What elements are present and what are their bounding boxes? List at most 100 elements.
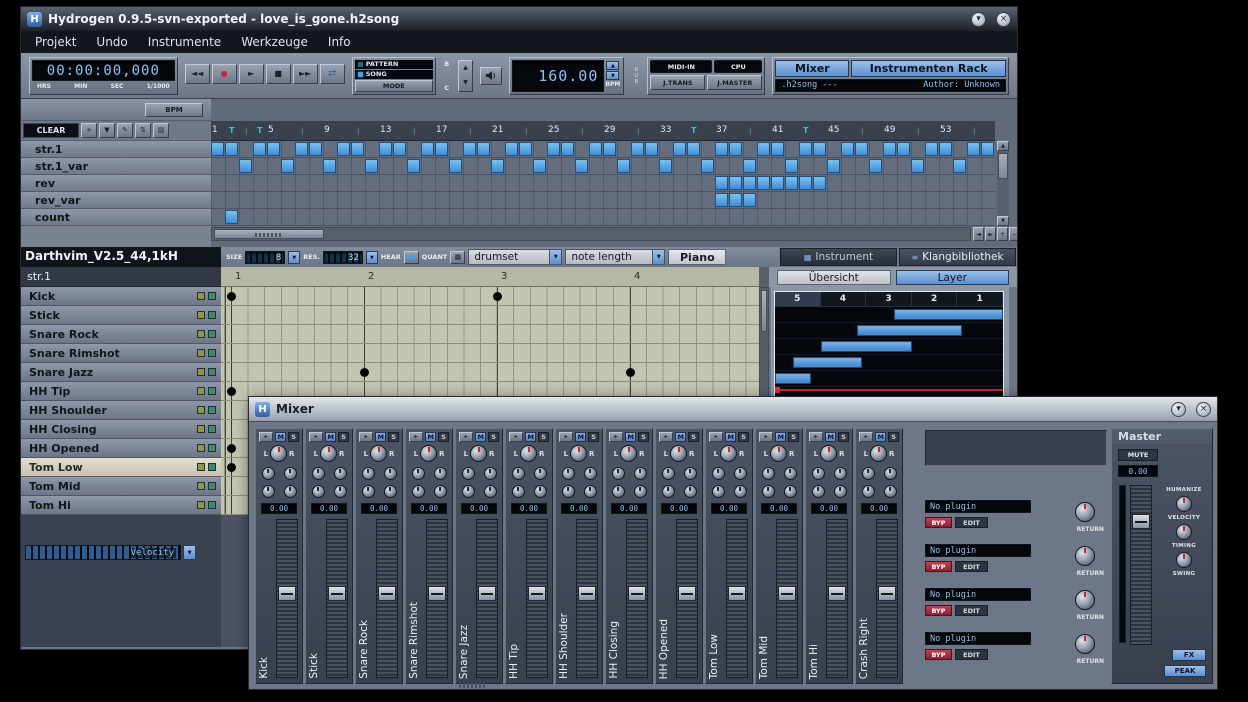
pattern-cell[interactable] bbox=[897, 142, 910, 156]
show-fx-button[interactable]: FX bbox=[1172, 649, 1206, 661]
play-sample-button[interactable]: ▸ bbox=[609, 432, 623, 442]
pattern-cell[interactable] bbox=[799, 176, 812, 190]
solo-button[interactable]: S bbox=[838, 432, 849, 442]
play-sample-button[interactable]: ▸ bbox=[259, 432, 273, 442]
pattern-cell[interactable] bbox=[771, 142, 784, 156]
pan-knob[interactable] bbox=[570, 445, 587, 462]
fx-send-knob-3[interactable] bbox=[362, 485, 375, 498]
fx-send-knob-4[interactable] bbox=[634, 485, 647, 498]
fx-send-knob-1[interactable] bbox=[412, 467, 425, 480]
mode-button[interactable]: MODE bbox=[355, 80, 433, 92]
layer-velocity-line[interactable] bbox=[775, 389, 1003, 391]
fx-send-knob-4[interactable] bbox=[434, 485, 447, 498]
instrument-row-hh-closing[interactable]: HH Closing bbox=[21, 420, 221, 439]
scroll-down-icon[interactable]: ▼ bbox=[997, 216, 1009, 226]
pattern-cell[interactable] bbox=[659, 159, 672, 173]
fx-send-knob-1[interactable] bbox=[262, 467, 275, 480]
pattern-cell[interactable] bbox=[603, 142, 616, 156]
pattern-cell[interactable] bbox=[757, 176, 770, 190]
resolution-dropdown-icon[interactable]: ▼ bbox=[366, 251, 378, 264]
pattern-list-item-count[interactable]: count bbox=[21, 209, 211, 226]
jack-master-button[interactable]: J.MASTER bbox=[707, 75, 762, 90]
play-sample-button[interactable]: ▸ bbox=[559, 432, 573, 442]
fader-thumb[interactable] bbox=[378, 586, 396, 601]
pattern-cell[interactable] bbox=[295, 142, 308, 156]
pattern-cell[interactable] bbox=[827, 159, 840, 173]
fx-send-knob-3[interactable] bbox=[312, 485, 325, 498]
fx-edit-button[interactable]: EDIT bbox=[955, 605, 988, 616]
add-pattern-button[interactable]: + bbox=[81, 123, 97, 138]
song-row-str-1[interactable] bbox=[211, 141, 995, 158]
fader-thumb[interactable] bbox=[628, 586, 646, 601]
instrument-solo-button[interactable] bbox=[208, 330, 216, 338]
pattern-cell[interactable] bbox=[421, 142, 434, 156]
pattern-cell[interactable] bbox=[365, 159, 378, 173]
pattern-cell[interactable] bbox=[617, 159, 630, 173]
fx-send-knob-3[interactable] bbox=[762, 485, 775, 498]
fader-thumb[interactable] bbox=[578, 586, 596, 601]
velocity-property-dropdown[interactable]: ▼ bbox=[183, 545, 196, 560]
note-length-select[interactable]: note length ▼ bbox=[565, 249, 665, 265]
show-mixer-button[interactable]: Mixer bbox=[775, 60, 849, 77]
fx-send-knob-4[interactable] bbox=[484, 485, 497, 498]
fx-send-knob-2[interactable] bbox=[634, 467, 647, 480]
transport-rewind-button[interactable]: ◄◄ bbox=[185, 64, 210, 84]
instrument-row-tom-low[interactable]: Tom Low bbox=[21, 458, 221, 477]
fader-thumb[interactable] bbox=[878, 586, 896, 601]
instrument-mute-button[interactable] bbox=[197, 387, 205, 395]
song-row-str-1-var[interactable] bbox=[211, 158, 995, 175]
chevron-down-icon[interactable]: ▼ bbox=[652, 250, 664, 264]
play-sample-button[interactable]: ▸ bbox=[759, 432, 773, 442]
pan-knob[interactable] bbox=[820, 445, 837, 462]
pattern-cell[interactable] bbox=[715, 142, 728, 156]
pattern-cell[interactable] bbox=[701, 159, 714, 173]
master-fader-thumb[interactable] bbox=[1132, 514, 1150, 529]
fx-send-knob-2[interactable] bbox=[734, 467, 747, 480]
pattern-cell[interactable] bbox=[687, 142, 700, 156]
pattern-list-item-rev-var[interactable]: rev_var bbox=[21, 192, 211, 209]
mute-button[interactable]: M bbox=[625, 432, 636, 442]
fx-send-knob-1[interactable] bbox=[562, 467, 575, 480]
note-dot[interactable] bbox=[360, 368, 369, 377]
beat-ruler[interactable]: 1234 bbox=[221, 267, 759, 287]
pattern-mode-toggle[interactable]: PATTERN bbox=[355, 60, 433, 69]
pattern-cell[interactable] bbox=[435, 142, 448, 156]
fader-thumb[interactable] bbox=[428, 586, 446, 601]
pan-knob[interactable] bbox=[770, 445, 787, 462]
fx-bypass-button[interactable]: BYP bbox=[925, 649, 952, 660]
pattern-list-item-str-1-var[interactable]: str.1_var bbox=[21, 158, 211, 175]
instrument-mute-button[interactable] bbox=[197, 444, 205, 452]
scroll-right-button[interactable]: ► bbox=[985, 227, 996, 241]
piano-view-button[interactable]: Piano bbox=[668, 249, 726, 265]
channel-volume-fader[interactable] bbox=[526, 519, 548, 678]
layer-tab-1[interactable]: 1 bbox=[957, 292, 1003, 306]
mute-button[interactable]: M bbox=[675, 432, 686, 442]
pan-knob[interactable] bbox=[320, 445, 337, 462]
pattern-vscroll-thumb[interactable] bbox=[761, 290, 767, 332]
fx-send-knob-2[interactable] bbox=[684, 467, 697, 480]
note-dot[interactable] bbox=[626, 368, 635, 377]
beat-counter-spinner[interactable]: ▲ ▼ bbox=[458, 60, 474, 92]
song-row-rev[interactable] bbox=[211, 175, 995, 192]
fx-send-knob-4[interactable] bbox=[684, 485, 697, 498]
song-sequence-grid[interactable] bbox=[211, 141, 995, 226]
instrument-mute-button[interactable] bbox=[197, 463, 205, 471]
note-grid-row-snare-rock[interactable] bbox=[221, 325, 759, 344]
fader-thumb[interactable] bbox=[828, 586, 846, 601]
fx-send-knob-1[interactable] bbox=[312, 467, 325, 480]
pattern-cell[interactable] bbox=[841, 142, 854, 156]
chevron-down-icon[interactable]: ▼ bbox=[549, 250, 561, 264]
pattern-cell[interactable] bbox=[883, 142, 896, 156]
fx-plugin-display[interactable]: No plugin bbox=[925, 632, 1031, 645]
play-sample-button[interactable]: ▸ bbox=[459, 432, 473, 442]
close-window-button[interactable]: × bbox=[996, 12, 1011, 27]
pattern-cell[interactable] bbox=[757, 142, 770, 156]
pattern-cell[interactable] bbox=[561, 142, 574, 156]
note-grid-row-snare-jazz[interactable] bbox=[221, 363, 759, 382]
pattern-cell[interactable] bbox=[351, 142, 364, 156]
instrument-mute-button[interactable] bbox=[197, 368, 205, 376]
instrument-row-kick[interactable]: Kick bbox=[21, 287, 221, 306]
channel-volume-fader[interactable] bbox=[726, 519, 748, 678]
fx-send-knob-3[interactable] bbox=[612, 485, 625, 498]
fx-return-knob[interactable] bbox=[1075, 590, 1095, 610]
